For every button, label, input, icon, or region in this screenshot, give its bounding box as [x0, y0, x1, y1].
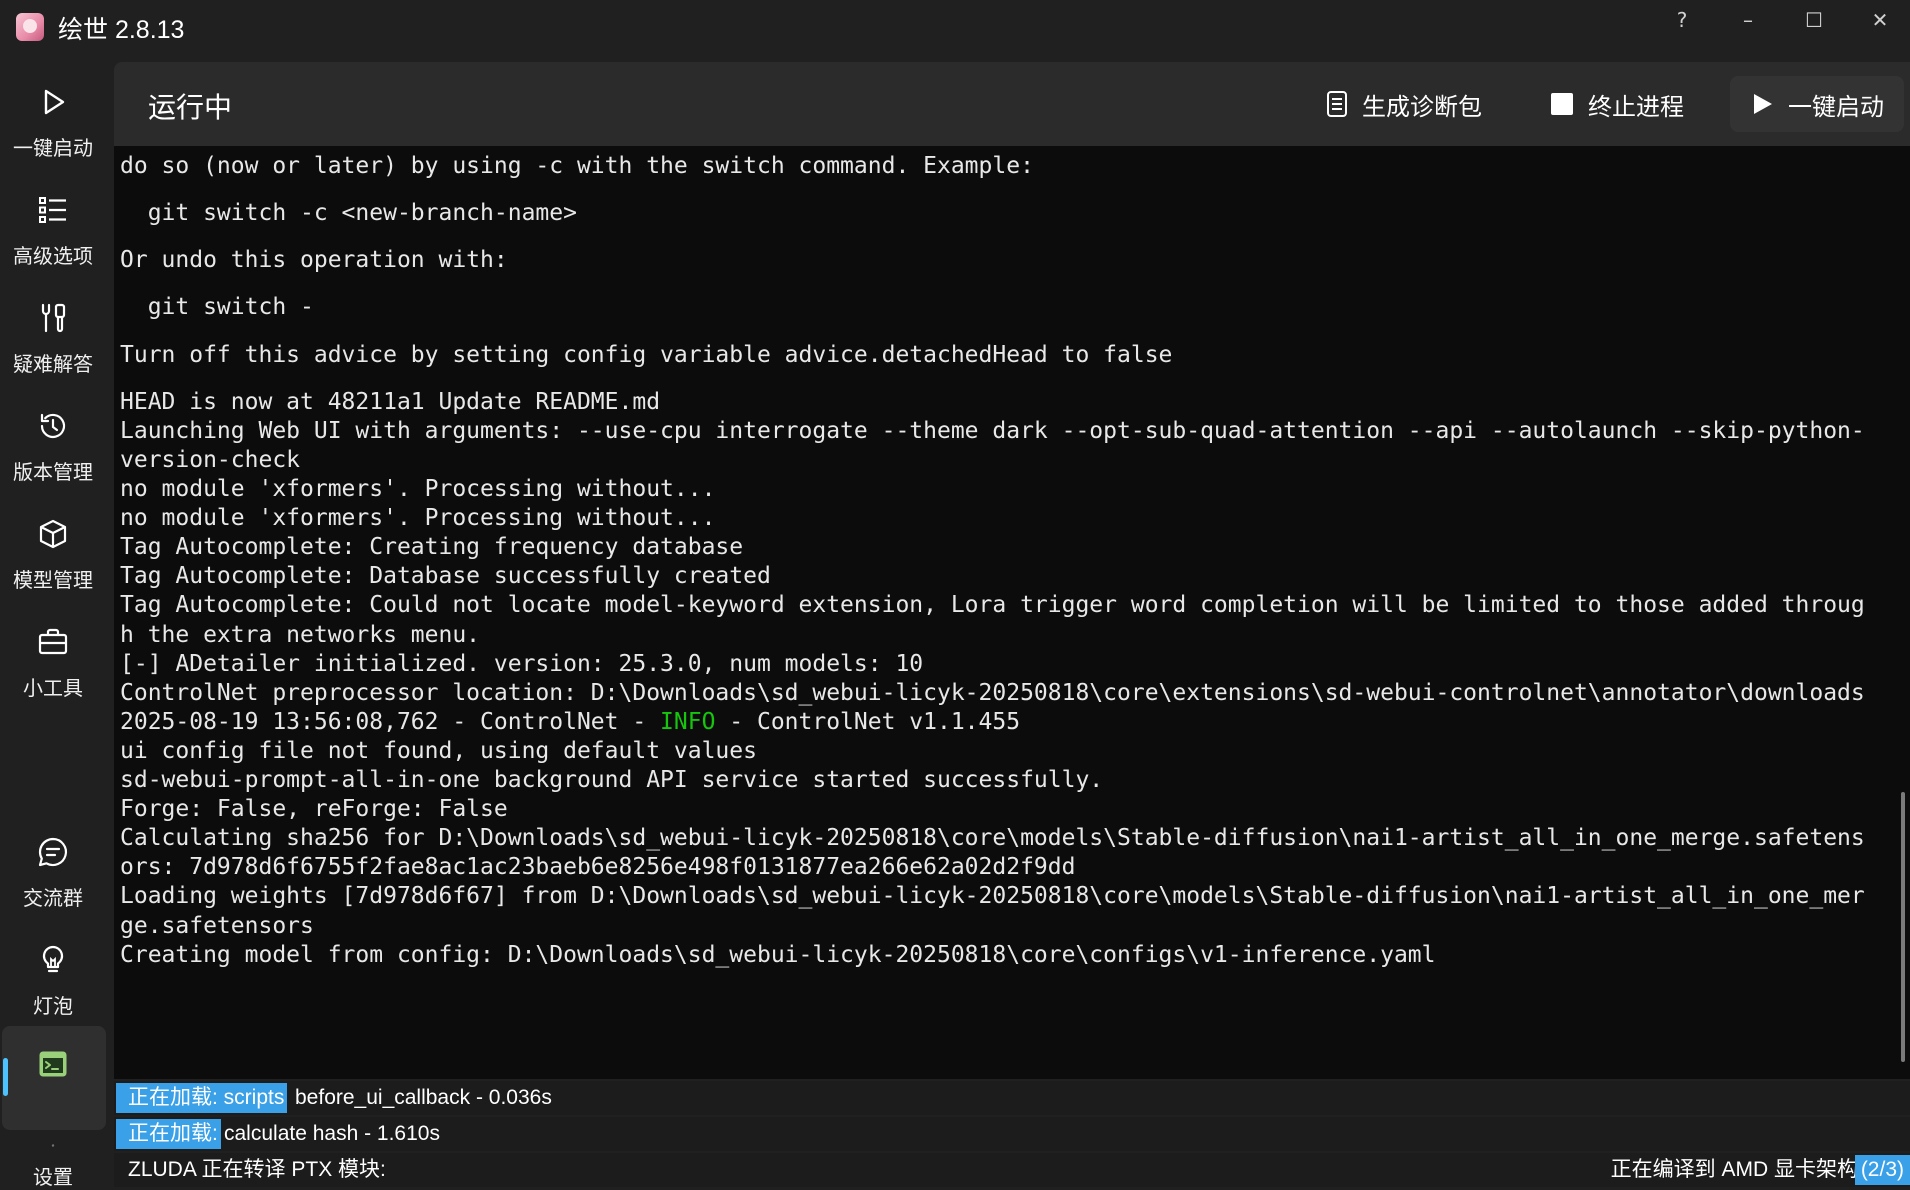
console-line: Loading weights [7d978d6f67] from D:\Dow… — [120, 883, 1865, 910]
history-icon — [40, 413, 66, 439]
compile-progress-badge: (2/3) — [1854, 1155, 1910, 1185]
zluda-status: ZLUDA 正在转译 PTX 模块: — [128, 1158, 386, 1181]
sidebar: 一键启动 高级选项 疑难解答 版本管理 模型管理 小工具 交流群 灯泡 设置 — [0, 58, 110, 1190]
console-line: version-check — [120, 446, 301, 473]
console-line: no module 'xformers'. Processing without… — [120, 505, 716, 532]
sidebar-item-label: 疑难解答 — [13, 354, 93, 376]
console-line: Forge: False, reForge: False — [120, 796, 508, 823]
page-title: 运行中 — [148, 92, 233, 123]
console-line: Tag Autocomplete: Creating frequency dat… — [120, 534, 744, 561]
sidebar-item-label: 设置 — [33, 1167, 73, 1189]
sidebar-item-label: 灯泡 — [33, 996, 73, 1018]
diagnostics-button[interactable]: 生成诊断包 — [1326, 76, 1482, 132]
status-line-3: ZLUDA 正在转译 PTX 模块: 正在编译到 AMD 显卡架构 (2/3) — [114, 1153, 1910, 1187]
console-line: ControlNet preprocessor location: D:\Dow… — [120, 679, 1865, 706]
launch-label: 一键启动 — [1788, 93, 1884, 121]
cube-icon — [39, 519, 67, 549]
status-message: calculate hash - 1.610s — [224, 1122, 440, 1145]
console-line: Calculating sha256 for D:\Downloads\sd_w… — [120, 825, 1865, 852]
sidebar-item-versions[interactable]: 版本管理 — [0, 396, 106, 496]
toolbox-icon — [38, 628, 68, 655]
sidebar-item-bulb[interactable]: 灯泡 — [0, 930, 106, 1030]
gear-icon — [51, 1144, 55, 1147]
lightbulb-icon — [42, 945, 64, 973]
log-message: - ControlNet v1.1.455 — [715, 708, 1021, 735]
minimize-button[interactable]: – — [1718, 0, 1778, 40]
title-bar: 绘世 2.8.13 ? – ☐ ✕ — [0, 0, 1910, 58]
status-line-2: 正在加载: calculate hash - 1.610s — [114, 1117, 1910, 1151]
console-icon — [39, 1051, 67, 1077]
maximize-button[interactable]: ☐ — [1784, 0, 1844, 40]
console-line: ge.safetensors — [120, 912, 314, 939]
tools-icon — [41, 303, 66, 333]
stop-label: 终止进程 — [1588, 93, 1684, 121]
console-line: Turn off this advice by setting config v… — [120, 341, 1173, 368]
console-line: Tag Autocomplete: Could not locate model… — [120, 592, 1865, 619]
close-button[interactable]: ✕ — [1850, 0, 1910, 40]
app-logo-icon — [16, 13, 44, 41]
play-icon — [44, 89, 65, 115]
sidebar-item-label: 版本管理 — [13, 462, 93, 484]
page-header: 运行中 生成诊断包 终止进程 一键启动 — [114, 62, 1910, 146]
sidebar-item-label: 模型管理 — [13, 570, 93, 592]
sidebar-item-tools[interactable]: 小工具 — [0, 612, 106, 712]
console-line: ors: 7d978d6f6755f2fae8ac1ac23baeb6e8256… — [120, 854, 1076, 881]
sidebar-item-community[interactable]: 交流群 — [0, 822, 106, 922]
play-icon — [1754, 94, 1772, 114]
console-line: [-] ADetailer initialized. version: 25.3… — [120, 650, 924, 677]
console-line: git switch -c <new-branch-name> — [120, 200, 577, 227]
sidebar-item-label: 一键启动 — [13, 138, 93, 160]
diagnostics-label: 生成诊断包 — [1362, 93, 1482, 121]
sidebar-item-models[interactable]: 模型管理 — [0, 504, 106, 604]
stop-icon — [1551, 93, 1573, 115]
console-line: HEAD is now at 48211a1 Update README.md — [120, 388, 661, 415]
console-line: git switch - — [120, 294, 314, 321]
status-message: before_ui_callback - 0.036s — [295, 1086, 552, 1109]
sidebar-item-label: 高级选项 — [13, 246, 93, 268]
loading-tag: 正在加载: — [116, 1119, 221, 1149]
sidebar-item-label: 交流群 — [23, 888, 83, 910]
console-line: Tag Autocomplete: Database successfully … — [120, 563, 771, 590]
console-line: Creating model from config: D:\Downloads… — [120, 941, 1436, 968]
launch-button[interactable]: 一键启动 — [1730, 76, 1904, 132]
sidebar-item-settings[interactable]: 设置 — [0, 1090, 106, 1190]
chat-icon — [38, 837, 68, 867]
console-line: Or undo this operation with: — [120, 247, 508, 274]
console-scrollbar[interactable] — [1897, 146, 1910, 1079]
document-icon — [1327, 91, 1347, 117]
console-line: Launching Web UI with arguments: --use-c… — [120, 417, 1865, 444]
console-line: h the extra networks menu. — [120, 621, 481, 648]
compile-status: 正在编译到 AMD 显卡架构 — [1610, 1158, 1858, 1181]
log-prefix: 2025-08-19 13:56:08,762 - ControlNet - — [120, 708, 661, 735]
loading-tag: 正在加载: scripts — [116, 1083, 288, 1113]
help-button[interactable]: ? — [1652, 0, 1712, 40]
sidebar-item-advanced[interactable]: 高级选项 — [0, 180, 106, 280]
sidebar-item-launch[interactable]: 一键启动 — [0, 72, 106, 172]
app-title: 绘世 2.8.13 — [58, 16, 185, 44]
console-line: 2025-08-19 13:56:08,762 - ControlNet - I… — [120, 708, 1020, 737]
sidebar-item-troubleshoot[interactable]: 疑难解答 — [0, 288, 106, 388]
console-output[interactable]: do so (now or later) by using -c with th… — [114, 146, 1897, 1079]
console-line: ui config file not found, using default … — [120, 737, 757, 764]
console-line: no module 'xformers'. Processing without… — [120, 476, 716, 502]
sidebar-item-label: 小工具 — [23, 678, 83, 700]
console-line: sd-webui-prompt-all-in-one background AP… — [120, 767, 1104, 793]
scrollbar-thumb[interactable] — [1901, 792, 1905, 1062]
list-icon — [39, 197, 66, 223]
stop-process-button[interactable]: 终止进程 — [1550, 76, 1684, 132]
status-line-1: 正在加载: scripts before_ui_callback - 0.036… — [114, 1081, 1910, 1115]
log-level-info: INFO — [660, 708, 716, 735]
console-line: do so (now or later) by using -c with th… — [120, 153, 1034, 179]
